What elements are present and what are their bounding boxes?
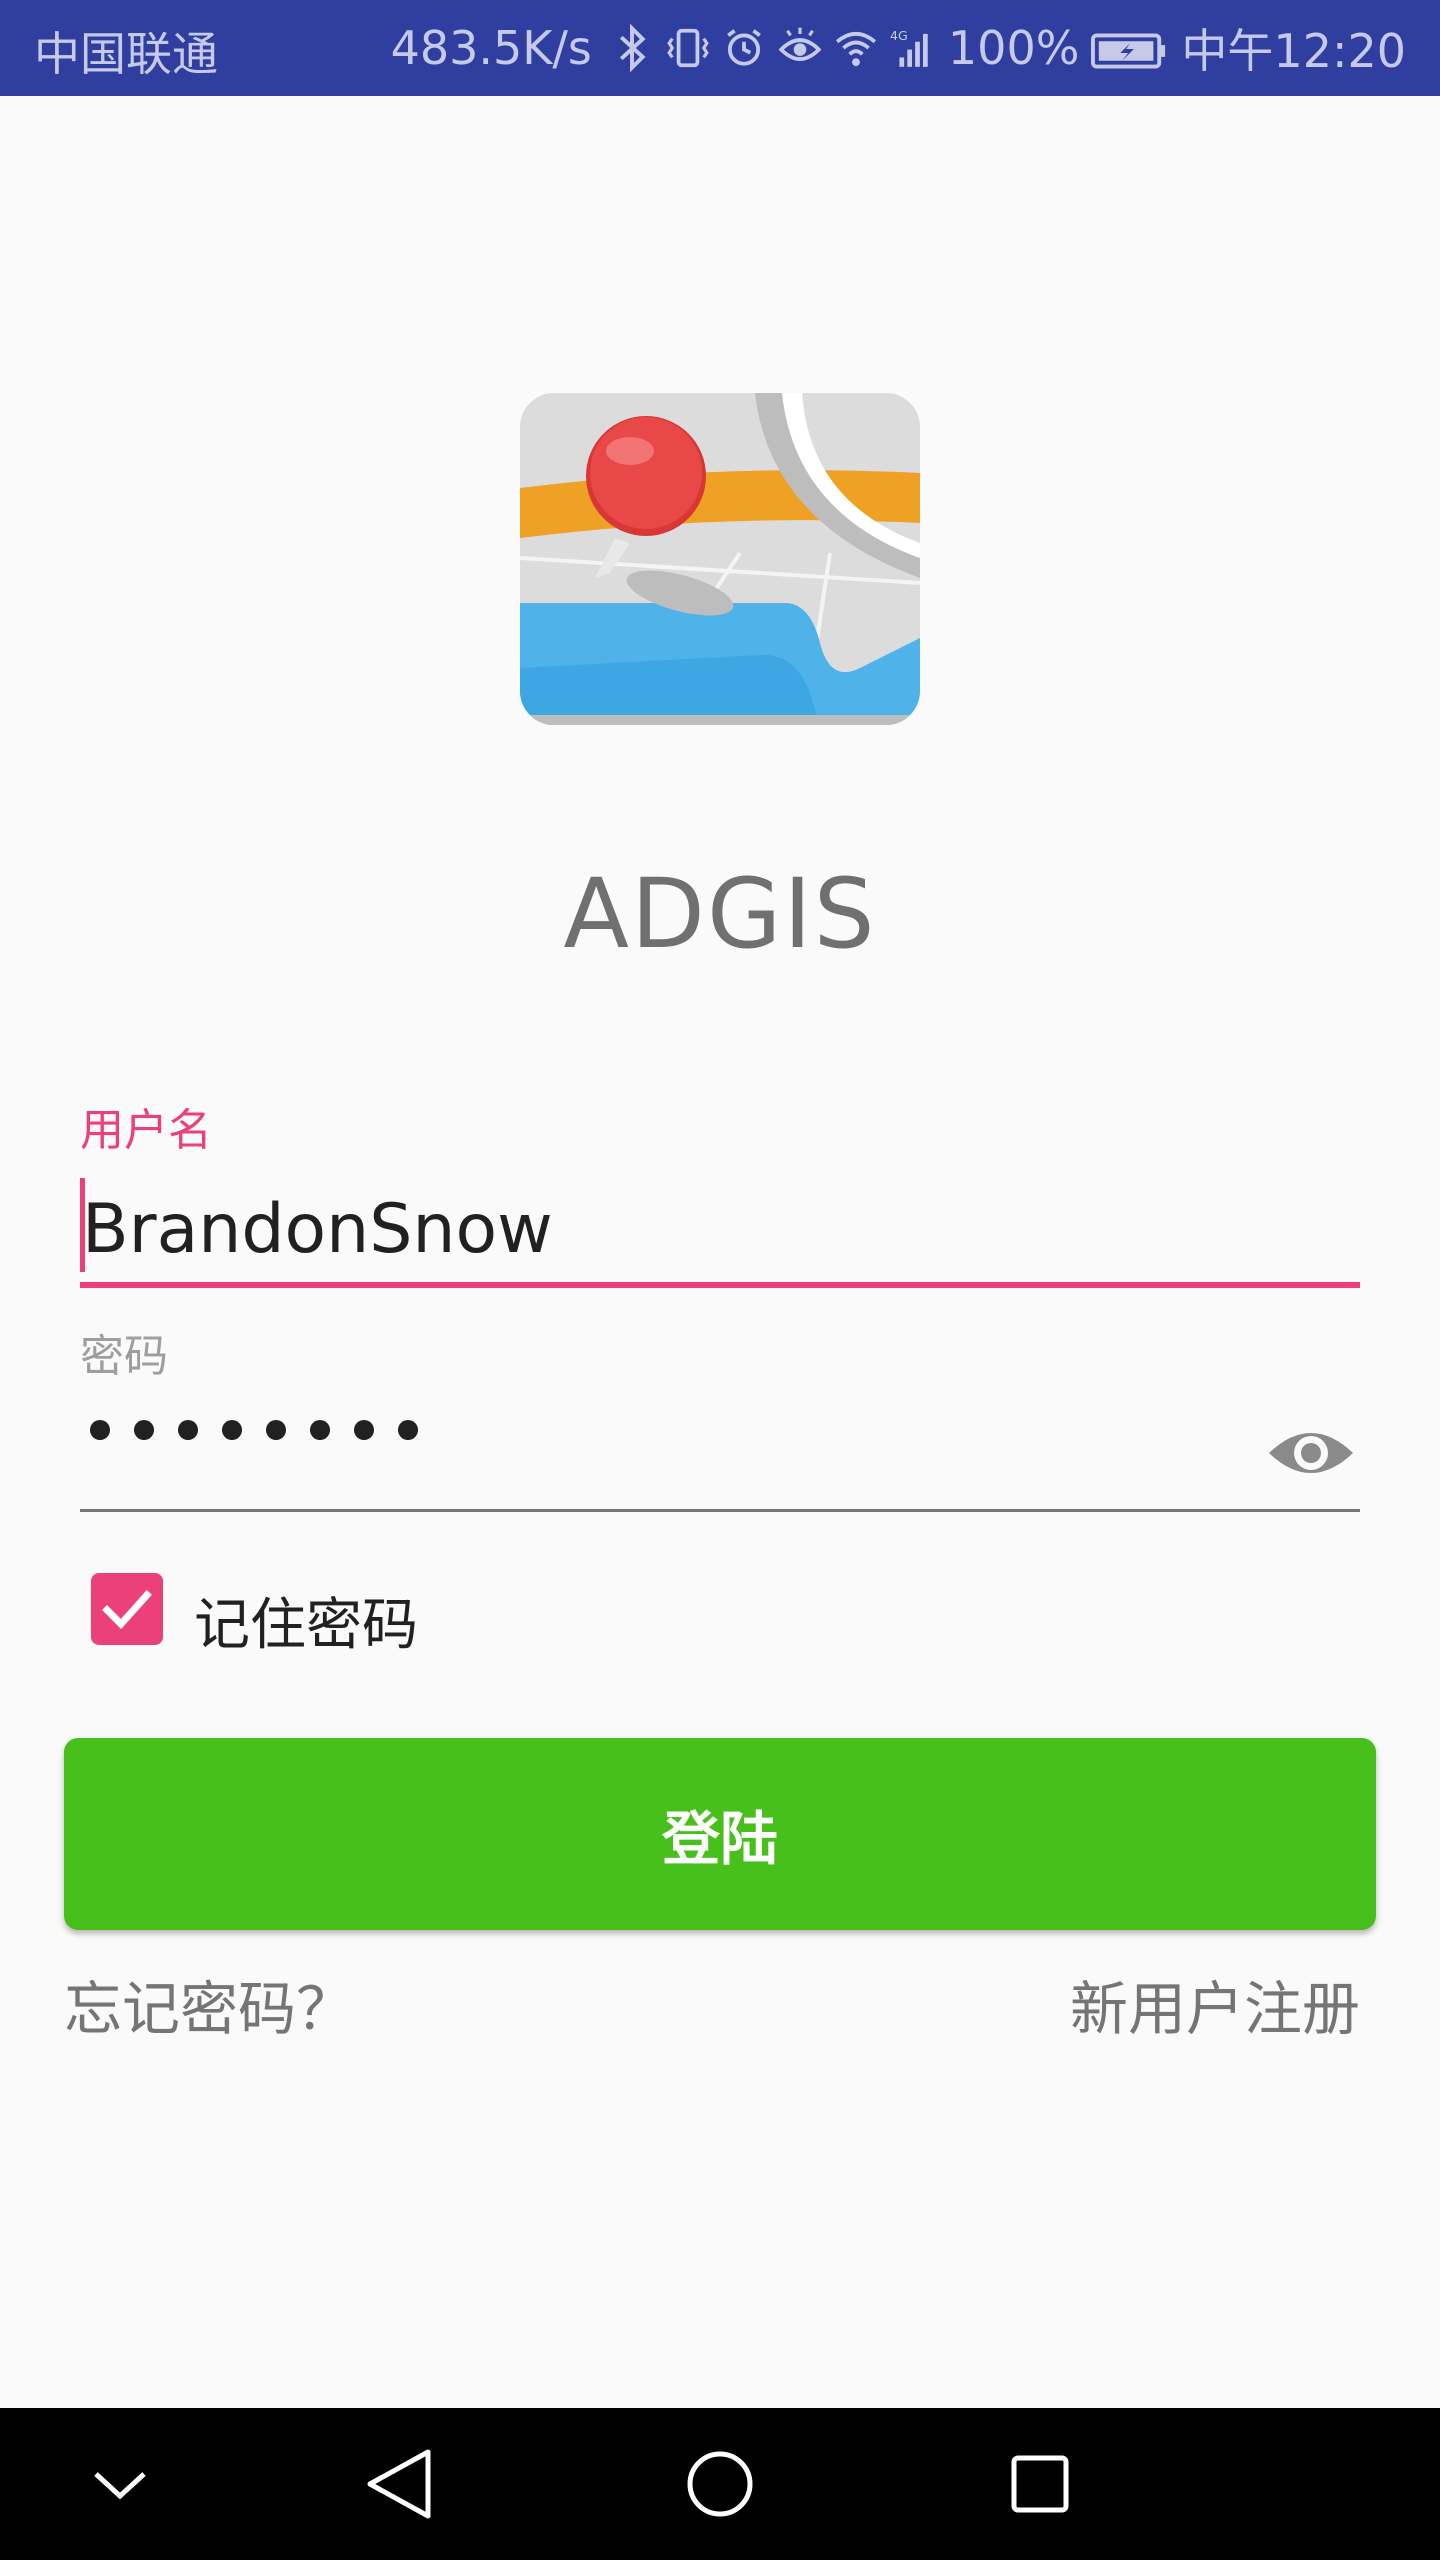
username-underline xyxy=(80,1282,1360,1288)
eye-comfort-icon xyxy=(778,23,822,73)
remember-password-checkbox[interactable] xyxy=(91,1573,163,1645)
register-link[interactable]: 新用户注册 xyxy=(1070,1962,1360,2046)
back-icon[interactable] xyxy=(340,2408,460,2560)
bluetooth-icon xyxy=(610,23,654,73)
forgot-password-link[interactable]: 忘记密码？ xyxy=(64,1962,354,2046)
battery-charging-icon xyxy=(1091,28,1169,69)
app-logo xyxy=(520,393,920,725)
alarm-icon xyxy=(722,23,766,73)
username-input[interactable]: BrandonSnow xyxy=(80,1180,1360,1280)
check-icon xyxy=(102,1590,152,1630)
svg-text:4G: 4G xyxy=(890,28,908,43)
clock: 中午12:20 xyxy=(1181,24,1406,78)
home-icon[interactable] xyxy=(660,2408,780,2560)
password-underline xyxy=(80,1509,1360,1512)
app-title: ADGIS xyxy=(563,858,877,970)
wifi-icon xyxy=(834,23,878,73)
signal-4g-icon: 4G xyxy=(890,23,934,73)
show-password-eye-icon[interactable] xyxy=(1266,1418,1356,1488)
network-speed: 483.5K/s xyxy=(390,21,592,75)
status-icons: 483.5K/s 4G 100% 中午12:20 xyxy=(391,0,1406,96)
carrier-name: 中国联通 xyxy=(34,27,218,81)
remember-password-label[interactable]: 记住密码 xyxy=(194,1580,418,1661)
password-mask xyxy=(90,1420,418,1440)
battery-level: 100% xyxy=(947,21,1080,75)
recents-icon[interactable] xyxy=(980,2408,1100,2560)
login-button[interactable]: 登陆 xyxy=(64,1738,1376,1930)
collapse-icon[interactable] xyxy=(60,2408,180,2560)
password-label: 密码 xyxy=(80,1331,168,1382)
vibrate-icon xyxy=(666,23,710,73)
username-label: 用户名 xyxy=(80,1105,212,1156)
status-bar: 中国联通 483.5K/s 4G 100% 中午12:20 xyxy=(0,0,1440,96)
navigation-bar xyxy=(0,2408,1440,2560)
password-input[interactable]: •••••••• xyxy=(80,1390,1240,1500)
